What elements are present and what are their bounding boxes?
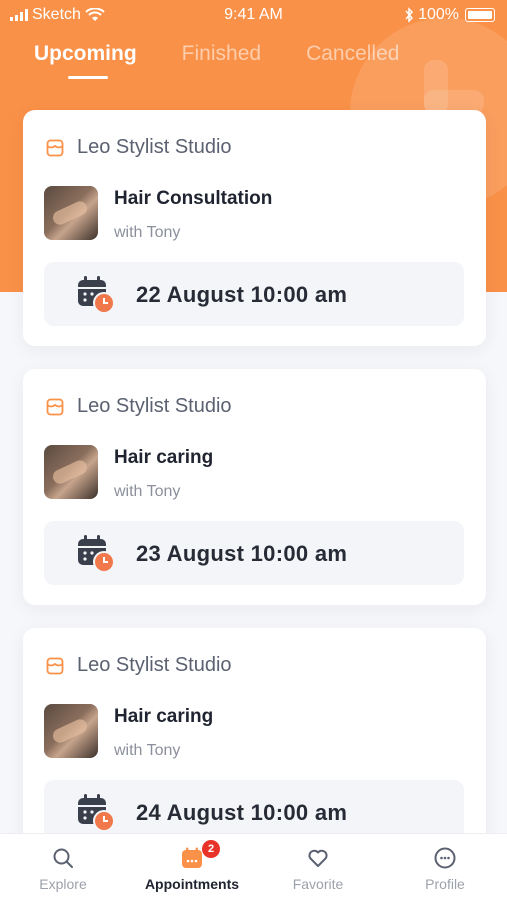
appointment-datetime: 23 August 10:00 am xyxy=(136,541,348,566)
tab-upcoming[interactable]: Upcoming xyxy=(34,42,137,79)
appointment-card[interactable]: Leo Stylist Studio Hair Consultation wit… xyxy=(23,110,486,346)
nav-profile[interactable]: Profile xyxy=(385,846,505,892)
service-thumbnail xyxy=(44,186,98,240)
studio-row: Leo Stylist Studio xyxy=(45,136,232,159)
appointment-datetime-box: 23 August 10:00 am xyxy=(44,521,464,585)
nav-favorite-label: Favorite xyxy=(292,876,344,892)
service-thumbnail xyxy=(44,704,98,758)
studio-name: Leo Stylist Studio xyxy=(77,395,232,417)
appointment-card[interactable]: Leo Stylist Studio Hair caring with Tony… xyxy=(23,628,486,864)
smiley-icon xyxy=(434,847,456,869)
nav-appointments-label: Appointments xyxy=(144,876,240,892)
calendar-icon xyxy=(182,847,202,868)
bluetooth-icon xyxy=(405,7,414,23)
calendar-clock-icon xyxy=(78,535,115,573)
appointment-datetime: 22 August 10:00 am xyxy=(136,282,348,307)
studio-row: Leo Stylist Studio xyxy=(45,654,232,677)
service-thumbnail xyxy=(44,445,98,499)
calendar-clock-icon xyxy=(78,276,115,314)
service-name: Hair caring xyxy=(114,706,214,727)
nav-appointments[interactable]: 2 Appointments xyxy=(132,840,252,892)
appointment-datetime-box: 22 August 10:00 am xyxy=(44,262,464,326)
nav-favorite[interactable]: Favorite xyxy=(258,846,378,892)
appointment-card[interactable]: Leo Stylist Studio Hair caring with Tony… xyxy=(23,369,486,605)
nav-explore-label: Explore xyxy=(39,876,87,892)
tab-finished[interactable]: Finished xyxy=(182,42,261,66)
store-icon xyxy=(46,139,64,156)
stylist-name: with Tony xyxy=(114,483,181,500)
service-name: Hair Consultation xyxy=(114,188,273,209)
bottom-navigation: Explore 2 Appointments Favorite Profile xyxy=(0,833,507,900)
nav-explore[interactable]: Explore xyxy=(3,846,123,892)
status-right: 100% xyxy=(404,6,495,24)
notification-badge: 2 xyxy=(202,840,220,858)
store-icon xyxy=(46,398,64,415)
service-name: Hair caring xyxy=(114,447,214,468)
stylist-name: with Tony xyxy=(114,742,181,759)
heart-icon xyxy=(308,849,328,867)
status-bar: Sketch 9:41 AM 100% xyxy=(0,0,507,32)
battery-percentage: 100% xyxy=(418,6,459,23)
battery-icon xyxy=(465,8,495,22)
search-icon xyxy=(53,848,73,868)
stylist-name: with Tony xyxy=(114,224,181,241)
studio-name: Leo Stylist Studio xyxy=(77,136,232,158)
appointment-tabs: Upcoming Finished Cancelled xyxy=(34,42,399,79)
store-icon xyxy=(46,657,64,674)
appointment-datetime: 24 August 10:00 am xyxy=(136,800,348,825)
studio-row: Leo Stylist Studio xyxy=(45,395,232,418)
tab-cancelled[interactable]: Cancelled xyxy=(306,42,399,66)
studio-name: Leo Stylist Studio xyxy=(77,654,232,676)
nav-profile-label: Profile xyxy=(425,876,465,892)
calendar-clock-icon xyxy=(78,794,115,832)
